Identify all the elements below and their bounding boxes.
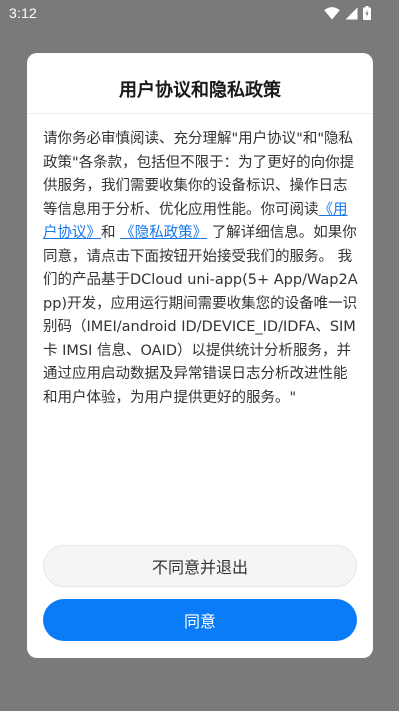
body-outro-text: 了解详细信息。如果你同意，请点击下面按钮开始接受我们的服务。 我们的产品基于DC… — [43, 225, 358, 406]
privacy-policy-link[interactable]: 《隐私政策》 — [120, 225, 207, 241]
body-intro-text: 请你务必审慎阅读、充分理解"用户协议"和"隐私政策"各条款，包括但不限于：为了更… — [43, 131, 355, 218]
privacy-dialog: 用户协议和隐私政策 请你务必审慎阅读、充分理解"用户协议"和"隐私政策"各条款，… — [27, 53, 373, 658]
status-time: 3:12 — [9, 5, 38, 21]
status-bar: 3:12 — [0, 0, 399, 28]
agree-button[interactable]: 同意 — [43, 599, 357, 641]
decline-button-label: 不同意并退出 — [151, 558, 248, 577]
and-text: 和 — [101, 225, 116, 241]
battery-icon — [363, 6, 371, 20]
dialog-title: 用户协议和隐私政策 — [119, 80, 281, 101]
cellular-signal-icon — [345, 7, 358, 20]
decline-exit-button[interactable]: 不同意并退出 — [43, 545, 357, 587]
wifi-icon — [324, 6, 340, 20]
agree-button-label: 同意 — [183, 612, 216, 631]
dialog-body: 请你务必审慎阅读、充分理解"用户协议"和"隐私政策"各条款，包括但不限于：为了更… — [43, 128, 360, 410]
title-divider — [27, 113, 373, 114]
status-icons — [324, 5, 371, 21]
